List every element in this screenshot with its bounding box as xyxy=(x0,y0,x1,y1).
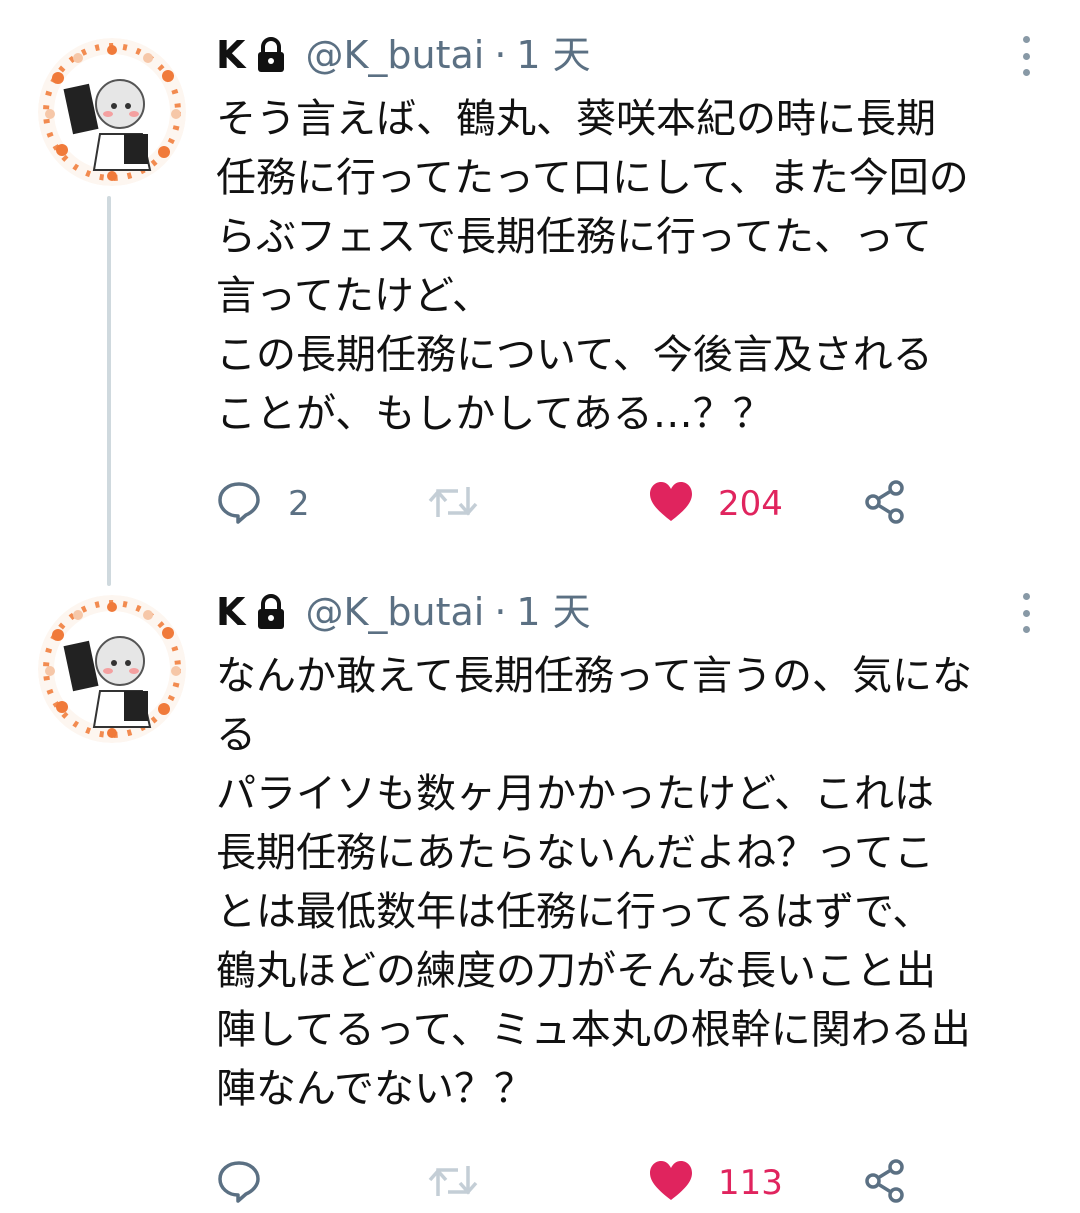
tweet-text-line: なんか敢えて長期任務って言うの、気にな xyxy=(216,653,972,699)
more-vertical-icon[interactable] xyxy=(1016,593,1036,633)
tweet-text-line: この長期任務について、今後言及される xyxy=(216,332,933,378)
author-handle[interactable]: @K_butai xyxy=(305,30,484,80)
reply-button[interactable]: 2 xyxy=(216,474,310,534)
share-icon xyxy=(862,1158,908,1208)
separator-dot: · xyxy=(494,590,507,634)
author-name[interactable]: K xyxy=(216,587,245,637)
tweet-text-line: 言ってたけど、 xyxy=(216,273,492,319)
tweet-text-line: る xyxy=(216,712,256,758)
like-count: 204 xyxy=(718,484,783,524)
tweet-text-line: 陣してるって、ミュ本丸の根幹に関わる出 xyxy=(216,1007,971,1053)
avatar[interactable] xyxy=(38,595,186,743)
share-button[interactable] xyxy=(862,1153,908,1213)
lock-icon xyxy=(251,592,291,632)
reply-icon xyxy=(216,479,262,529)
author-name[interactable]: K xyxy=(216,30,245,80)
reply-count: 2 xyxy=(288,484,310,524)
lock-icon xyxy=(251,35,291,75)
avatar[interactable] xyxy=(38,38,186,186)
tweet-text-line: パライソも数ヶ月かかったけど、これは xyxy=(216,771,934,817)
like-button[interactable]: 113 xyxy=(648,1153,783,1213)
heart-icon xyxy=(648,1160,694,1206)
author-handle[interactable]: @K_butai xyxy=(305,587,484,637)
tweet-text-line: とは最低数年は任務に行ってるはずで、 xyxy=(216,889,933,935)
thread-connector-line xyxy=(107,196,111,586)
tweet-text-line: 陣なんでない？？ xyxy=(216,1066,534,1112)
retweet-button[interactable] xyxy=(426,1153,480,1213)
separator-dot: · xyxy=(494,33,507,77)
retweet-button[interactable] xyxy=(426,474,480,534)
like-count: 113 xyxy=(718,1163,783,1203)
timestamp[interactable]: 1 天 xyxy=(516,587,590,637)
reply-button[interactable] xyxy=(216,1153,262,1213)
tweet-header: K @K_butai · 1 天 xyxy=(216,587,591,637)
tweet-header: K @K_butai · 1 天 xyxy=(216,30,591,80)
tweet-text-line: 鶴丸ほどの練度の刀がそんな長いこと出 xyxy=(216,948,936,994)
tweet-text-line: 任務に行ってたって口にして、また今回の xyxy=(216,155,969,201)
tweet-text: なんか敢えて長期任務って言うの、気にな る パライソも数ヶ月かかったけど、これは… xyxy=(216,647,1056,1119)
tweet-text-line: ことが、もしかしてある…？？ xyxy=(216,391,773,437)
retweet-icon xyxy=(426,1158,480,1208)
share-icon xyxy=(862,479,908,529)
tweet-text-line: そう言えば、鶴丸、葵咲本紀の時に長期 xyxy=(216,96,936,142)
reply-icon xyxy=(216,1158,262,1208)
tweet-text-line: 長期任務にあたらないんだよね？ってこ xyxy=(216,830,934,876)
heart-icon xyxy=(648,481,694,527)
retweet-icon xyxy=(426,479,480,529)
tweet-text-line: らぶフェスで長期任務に行ってた、って xyxy=(216,214,932,260)
tweet-actions: 2 204 xyxy=(216,474,1036,534)
share-button[interactable] xyxy=(862,474,908,534)
timestamp[interactable]: 1 天 xyxy=(516,30,590,80)
like-button[interactable]: 204 xyxy=(648,474,783,534)
tweet-actions: 113 xyxy=(216,1153,1036,1213)
tweet-text: そう言えば、鶴丸、葵咲本紀の時に長期 任務に行ってたって口にして、また今回の ら… xyxy=(216,90,1056,444)
more-vertical-icon[interactable] xyxy=(1016,36,1036,76)
